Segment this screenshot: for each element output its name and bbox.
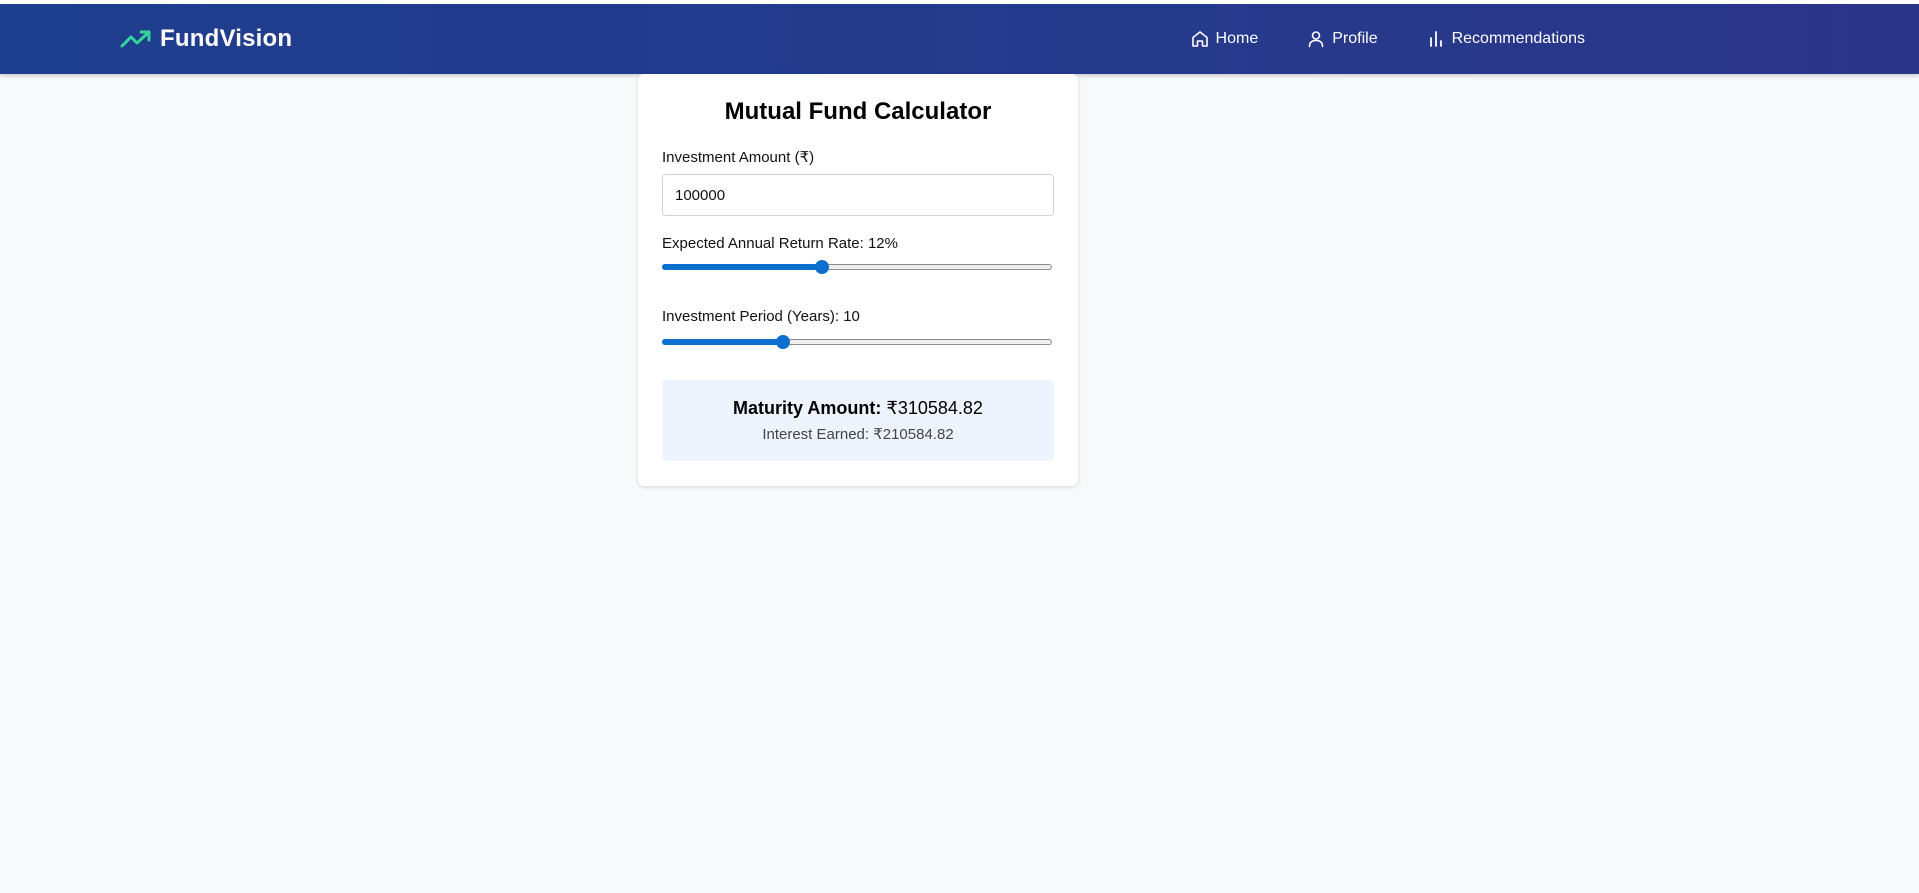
- slider-thumb[interactable]: [815, 260, 829, 274]
- maturity-amount: Maturity Amount: ₹310584.82: [662, 398, 1054, 419]
- return-rate-slider[interactable]: [662, 258, 1052, 278]
- bar-chart-icon: [1426, 29, 1446, 49]
- brand-name: FundVision: [160, 25, 293, 52]
- maturity-label: Maturity Amount:: [733, 398, 882, 418]
- brand[interactable]: FundVision: [120, 4, 292, 74]
- slider-thumb[interactable]: [776, 335, 790, 349]
- investment-amount-input[interactable]: [662, 174, 1054, 216]
- result-box: Maturity Amount: ₹310584.82 Interest Ear…: [662, 380, 1054, 461]
- nav-item-label: Recommendations: [1451, 30, 1585, 47]
- investment-period-slider[interactable]: [662, 333, 1052, 353]
- nav-item-label: Profile: [1332, 30, 1378, 47]
- nav-item-recommendations[interactable]: Recommendations: [1426, 29, 1585, 49]
- interest-earned: Interest Earned: ₹210584.82: [762, 426, 954, 443]
- slider-fill: [662, 339, 783, 345]
- nav-item-home[interactable]: Home: [1190, 29, 1259, 49]
- slider-fill: [662, 264, 822, 270]
- maturity-value: ₹310584.82: [886, 398, 983, 418]
- calculator-card: Mutual Fund Calculator Investment Amount…: [638, 74, 1078, 486]
- return-rate-label: Expected Annual Return Rate: 12%: [662, 235, 898, 252]
- calculator-title: Mutual Fund Calculator: [724, 98, 992, 125]
- user-icon: [1306, 29, 1326, 49]
- nav-item-profile[interactable]: Profile: [1306, 29, 1378, 49]
- nav-item-label: Home: [1215, 30, 1259, 47]
- trending-up-icon: [120, 27, 152, 51]
- investment-period-label: Investment Period (Years): 10: [662, 308, 860, 325]
- navbar: FundVision Home Profile Recommendations: [0, 4, 1919, 74]
- home-icon: [1190, 29, 1210, 49]
- investment-amount-label: Investment Amount (₹): [662, 149, 815, 166]
- main-nav: Home Profile Recommendations: [1190, 4, 1585, 74]
